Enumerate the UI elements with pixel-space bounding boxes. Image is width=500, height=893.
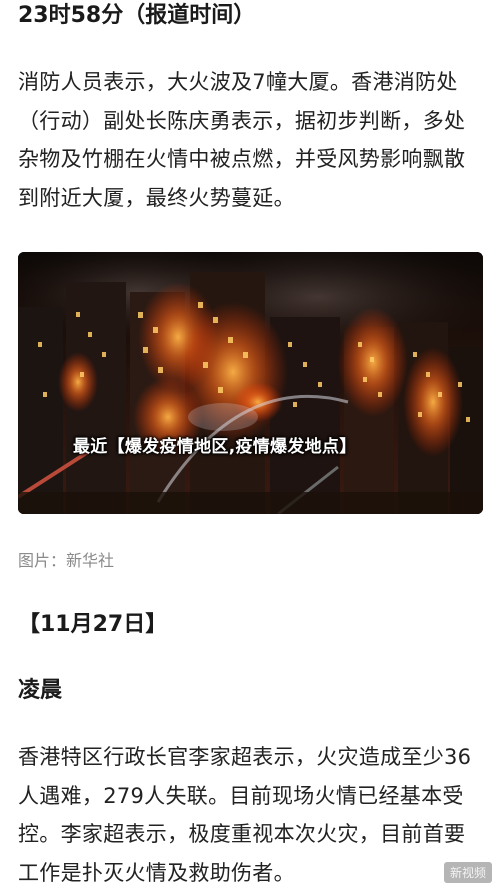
date-heading: 【11月27日】 [18,612,168,637]
time-heading: 23时58分（报道时间） [18,3,256,28]
fire-scene-image [18,252,483,514]
section-heading: 凌晨 [18,678,63,703]
article-paragraph: 消防人员表示，大火波及7幢大厦。香港消防处（行动）副处长陈庆勇表示，据初步判断，… [18,70,466,210]
photo-credit: 图片：新华社 [18,551,115,570]
article-paragraph: 香港特区行政长官李家超表示，火灾造成至少36人遇难，279人失联。目前现场火情已… [18,745,472,885]
article-page: 23时58分（报道时间） 消防人员表示，大火波及7幢大厦。香港消防处（行动）副处… [0,0,500,893]
fire-photo[interactable]: 最近【爆发疫情地区,疫情爆发地点】 [18,252,483,514]
photo-overlay-caption[interactable]: 最近【爆发疫情地区,疫情爆发地点】 [73,432,357,457]
video-watermark: 新视频 [443,862,492,883]
